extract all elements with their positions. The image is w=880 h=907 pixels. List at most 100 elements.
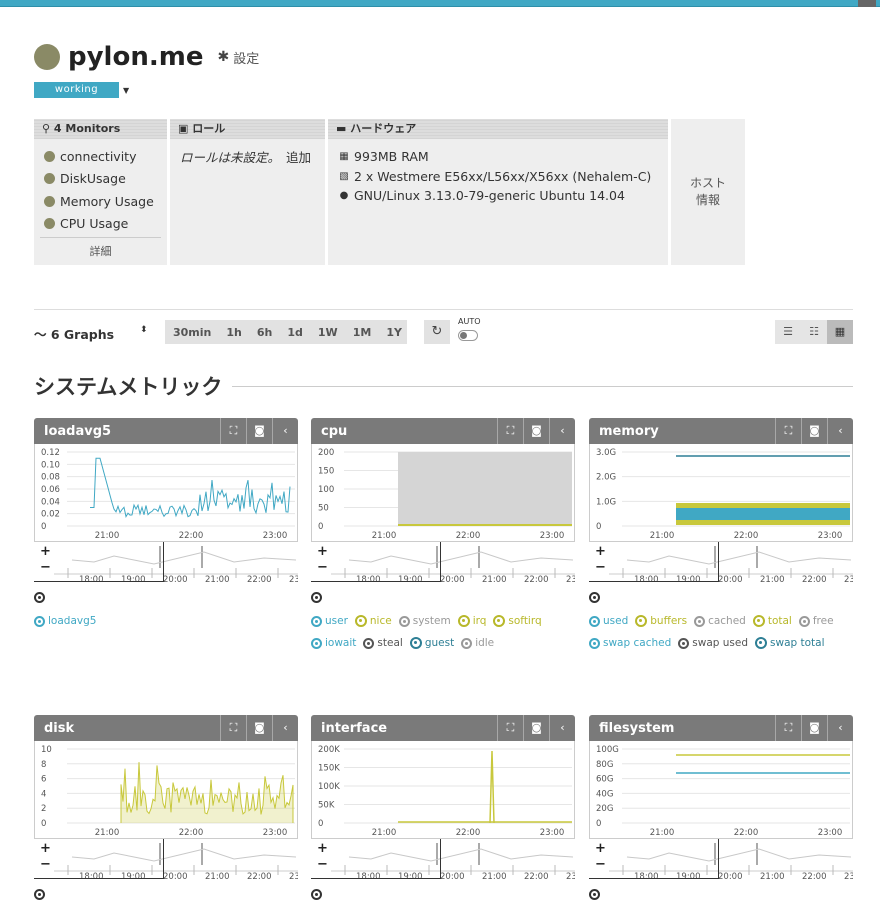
graphs-selector[interactable]: 〜 6 Graphs xyxy=(34,324,114,343)
radio-icon[interactable] xyxy=(311,888,322,900)
legend-item[interactable]: buffers xyxy=(635,610,687,632)
status-badge[interactable]: working xyxy=(34,82,119,98)
monitor-item[interactable]: DiskUsage xyxy=(44,168,157,191)
legend-toggle-all[interactable] xyxy=(311,885,575,903)
auto-toggle[interactable] xyxy=(458,330,478,341)
settings-link[interactable]: ✱ 設定 xyxy=(217,48,259,67)
graph-chart[interactable]: 200 150 100 50 0 21:00 22:00 23:00 xyxy=(311,444,575,542)
legend-radio-icon[interactable] xyxy=(798,615,810,627)
zoom-in-button[interactable]: + xyxy=(595,544,606,559)
legend-radio-icon[interactable] xyxy=(678,637,690,649)
graph-title[interactable]: interface xyxy=(321,721,387,736)
expand-icon[interactable]: ⛶ xyxy=(775,715,801,741)
camera-icon[interactable]: ◙ xyxy=(801,418,827,444)
radio-icon[interactable] xyxy=(34,888,45,900)
legend-item[interactable]: swap used xyxy=(678,632,748,654)
graph-chart[interactable]: 3.0G 2.0G 1.0G 0 21:00 22:00 23:00 xyxy=(589,444,853,542)
legend-toggle-all[interactable] xyxy=(589,885,853,903)
legend-radio-icon[interactable] xyxy=(311,615,322,627)
graph-navigator[interactable]: 18:00 19:00 20:00 21:00 22:00 23 + − xyxy=(311,839,575,881)
legend-item[interactable]: used xyxy=(589,610,628,632)
legend-radio-icon[interactable] xyxy=(589,637,600,649)
legend-item[interactable]: total xyxy=(752,610,792,632)
legend-item[interactable]: cached xyxy=(694,610,746,632)
legend-radio-icon[interactable] xyxy=(752,615,765,627)
host-info-button[interactable]: ホスト 情報 xyxy=(671,119,745,265)
zoom-out-button[interactable]: − xyxy=(595,857,606,872)
zoom-out-button[interactable]: − xyxy=(40,560,51,575)
legend-item[interactable]: swap total xyxy=(755,632,825,654)
radio-icon[interactable] xyxy=(34,591,45,603)
share-icon[interactable]: ‹ xyxy=(272,418,298,444)
radio-icon[interactable] xyxy=(311,591,322,603)
legend-item[interactable]: user xyxy=(311,610,348,632)
legend-item[interactable]: iowait xyxy=(311,632,356,654)
legend-radio-icon[interactable] xyxy=(461,637,473,649)
legend-toggle-all[interactable] xyxy=(589,588,853,606)
range-1y-button[interactable]: 1Y xyxy=(386,326,402,339)
graph-chart[interactable]: 10 8 6 4 2 0 21:00 22:00 23:00 xyxy=(34,741,298,839)
monitor-item[interactable]: Memory Usage xyxy=(44,190,157,213)
range-1h-button[interactable]: 1h xyxy=(226,326,242,339)
share-icon[interactable]: ‹ xyxy=(827,418,853,444)
radio-icon[interactable] xyxy=(589,888,600,900)
zoom-in-button[interactable]: + xyxy=(595,841,606,856)
legend-toggle-all[interactable] xyxy=(34,588,298,606)
refresh-button[interactable]: ↻ xyxy=(424,320,450,344)
camera-icon[interactable]: ◙ xyxy=(246,715,272,741)
legend-item[interactable]: irq xyxy=(457,610,486,632)
legend-item[interactable]: nice xyxy=(354,610,392,632)
zoom-out-button[interactable]: − xyxy=(317,560,328,575)
graph-navigator[interactable]: 18:00 19:00 20:00 21:00 22:00 23 + − xyxy=(34,839,298,881)
legend-item[interactable]: softirq xyxy=(493,610,542,632)
zoom-out-button[interactable]: − xyxy=(317,857,328,872)
zoom-out-button[interactable]: − xyxy=(595,560,606,575)
monitor-item[interactable]: CPU Usage xyxy=(44,213,157,236)
legend-radio-icon[interactable] xyxy=(635,615,648,627)
graph-title[interactable]: filesystem xyxy=(599,721,674,736)
expand-icon[interactable]: ⛶ xyxy=(220,418,246,444)
legend-item[interactable]: free xyxy=(798,610,834,632)
legend-radio-icon[interactable] xyxy=(409,637,422,649)
share-icon[interactable]: ‹ xyxy=(549,418,575,444)
range-1m-button[interactable]: 1M xyxy=(353,326,372,339)
legend-radio-icon[interactable] xyxy=(493,615,506,627)
grid-view-button[interactable]: ▦ xyxy=(827,320,853,344)
zoom-out-button[interactable]: − xyxy=(40,857,51,872)
graph-navigator[interactable]: 18:00 19:00 20:00 21:00 22:00 23 + − xyxy=(311,542,575,584)
status-selector[interactable]: working ▼ xyxy=(34,82,129,98)
graph-navigator[interactable]: 18:00 19:00 20:00 21:00 22:00 23 + − xyxy=(34,542,298,584)
share-icon[interactable]: ‹ xyxy=(827,715,853,741)
zoom-in-button[interactable]: + xyxy=(317,544,328,559)
graph-navigator[interactable]: 18:00 19:00 20:00 21:00 22:00 23 + − xyxy=(589,839,853,881)
graph-chart[interactable]: 200K 150K 100K 50K 0 21:00 22:00 23:00 xyxy=(311,741,575,839)
legend-item[interactable]: guest xyxy=(409,632,454,654)
camera-icon[interactable]: ◙ xyxy=(523,715,549,741)
camera-icon[interactable]: ◙ xyxy=(246,418,272,444)
camera-icon[interactable]: ◙ xyxy=(523,418,549,444)
share-icon[interactable]: ‹ xyxy=(549,715,575,741)
graph-title[interactable]: loadavg5 xyxy=(44,424,111,439)
range-6h-button[interactable]: 6h xyxy=(257,326,273,339)
legend-radio-icon[interactable] xyxy=(398,615,410,627)
monitors-detail-link[interactable]: 詳細 xyxy=(40,237,161,259)
roles-add-link[interactable]: 追加 xyxy=(286,150,311,165)
legend-toggle-all[interactable] xyxy=(34,885,298,903)
legend-radio-icon[interactable] xyxy=(694,615,706,627)
graph-navigator[interactable]: 18:00 19:00 20:00 21:00 22:00 23 + − xyxy=(589,542,853,584)
legend-item[interactable]: idle xyxy=(461,632,494,654)
legend-item[interactable]: swap cached xyxy=(589,632,671,654)
graph-title[interactable]: disk xyxy=(44,721,74,736)
legend-item[interactable]: steal xyxy=(363,632,403,654)
legend-item[interactable]: system xyxy=(398,610,451,632)
range-30min-button[interactable]: 30min xyxy=(173,326,211,339)
graph-chart[interactable]: 100G 80G 60G 40G 20G 0 21:00 22:00 23:00 xyxy=(589,741,853,839)
graph-chart[interactable]: 0.12 0.10 0.08 0.06 0.04 0.02 0 21:00 22:00 23:00 xyxy=(34,444,298,542)
camera-icon[interactable]: ◙ xyxy=(801,715,827,741)
legend-radio-icon[interactable] xyxy=(457,615,470,627)
legend-radio-icon[interactable] xyxy=(589,615,600,627)
range-1d-button[interactable]: 1d xyxy=(287,326,303,339)
range-1w-button[interactable]: 1W xyxy=(318,326,338,339)
legend-radio-icon[interactable] xyxy=(354,615,367,627)
zoom-in-button[interactable]: + xyxy=(40,841,51,856)
